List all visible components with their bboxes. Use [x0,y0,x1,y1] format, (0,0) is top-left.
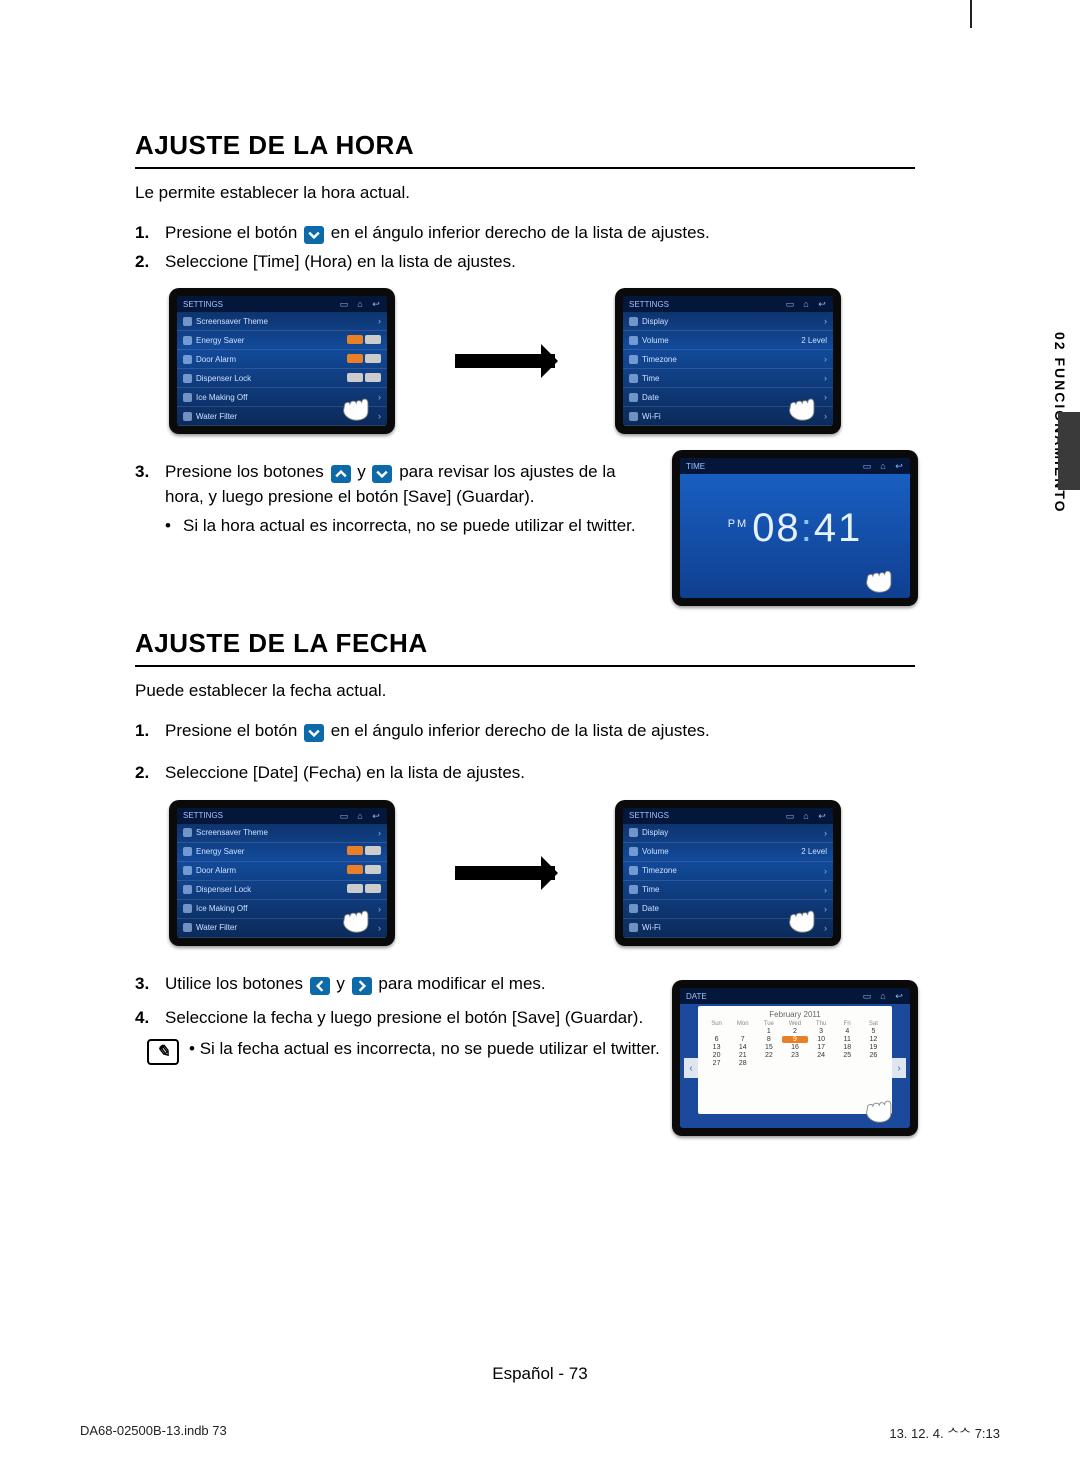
hora-title: AJUSTE DE LA HORA [135,130,935,161]
fecha-step-3: 3. Utilice los botones y para modificar … [135,972,675,997]
hora-figure-row: SETTINGS▭⌂↩ Screensaver Theme› Energy Sa… [169,288,935,434]
date-screen-figure: DATE▭⌂↩ ‹ › February 2011 SunMonTueWedTh… [672,980,918,1136]
hora-step-3: 3. Presione los botones y para revisar l… [135,460,645,509]
screen-title: SETTINGS [183,300,223,309]
step-number: 1. [135,719,165,744]
fecha-note: ✎ • Si la fecha actual es incorrecta, no… [147,1039,675,1065]
fecha-rule [135,665,915,667]
hand-pointer-icon [781,386,827,422]
chevron-left-icon [310,977,330,995]
step-text: Presione los botones y para revisar los … [165,460,645,509]
device-settings-a: SETTINGS▭⌂↩ Screensaver Theme› Energy Sa… [169,288,395,434]
step-text: Presione el botón en el ángulo inferior … [165,221,935,246]
step-text: Seleccione la fecha y luego presione el … [165,1006,675,1031]
chevron-down-icon [372,465,392,483]
print-meta: DA68-02500B-13.indb 73 13. 12. 4. ᄉᄉ 7:1… [80,1423,1000,1442]
step-number: 2. [135,761,165,786]
step-text: Seleccione [Date] (Fecha) en la lista de… [165,761,935,786]
step-text: Presione el botón en el ángulo inferior … [165,719,935,744]
section-tab-marker [1058,412,1080,490]
chevron-down-icon [304,724,324,742]
calendar-grid: SunMonTueWedThuFriSat1234567891011121314… [704,1021,886,1067]
hand-pointer-icon [858,1088,904,1124]
hora-rule [135,167,915,169]
device-settings-b: SETTINGS▭⌂↩ Display› Volume2 Level Timez… [615,288,841,434]
hand-pointer-icon [858,558,904,594]
next-month-icon: › [892,1058,906,1078]
hand-pointer-icon [335,386,381,422]
fecha-step-1: 1. Presione el botón en el ángulo inferi… [135,719,935,744]
step-text: Seleccione [Time] (Hora) en la lista de … [165,250,935,275]
time-screen-figure: TIME▭⌂↩ PM08:41 [672,450,918,606]
chevron-right-icon [352,977,372,995]
step-number: 2. [135,250,165,275]
screen-title: SETTINGS [629,300,669,309]
prev-month-icon: ‹ [684,1058,698,1078]
note-icon: ✎ [147,1039,179,1065]
fecha-step-4: 4. Seleccione la fecha y luego presione … [135,1006,675,1031]
hora-note: •Si la hora actual es incorrecta, no se … [165,516,645,536]
fecha-figure-row: SETTINGS▭⌂↩ Screensaver Theme› Energy Sa… [169,800,935,946]
hora-step-1: 1. Presione el botón en el ángulo inferi… [135,221,935,246]
screen-nav-icons: ▭⌂↩ [785,299,827,309]
screen-nav-icons: ▭⌂↩ [339,299,381,309]
arrow-right-icon [455,866,555,880]
arrow-right-icon [455,354,555,368]
section-tab: 02 FUNCIONAMIENTO [1052,332,1080,562]
hora-step-2: 2. Seleccione [Time] (Hora) en la lista … [135,250,935,275]
calendar-month: February 2011 [704,1010,886,1019]
meta-right: 13. 12. 4. ᄉᄉ 7:13 [889,1423,1000,1442]
crop-mark [970,0,972,28]
chevron-down-icon [304,226,324,244]
fecha-step-2: 2. Seleccione [Date] (Fecha) en la lista… [135,761,935,786]
hand-pointer-icon [781,898,827,934]
hora-lead: Le permite establecer la hora actual. [135,183,935,203]
step-number: 3. [135,972,165,997]
device-settings-b: SETTINGS▭⌂↩ Display› Volume2 Level Timez… [615,800,841,946]
page-footer: Español - 73 [0,1364,1080,1384]
device-settings-a: SETTINGS▭⌂↩ Screensaver Theme› Energy Sa… [169,800,395,946]
hand-pointer-icon [335,898,381,934]
step-number: 3. [135,460,165,485]
fecha-lead: Puede establecer la fecha actual. [135,681,935,701]
time-display: PM08:41 [728,506,863,551]
step-number: 1. [135,221,165,246]
fecha-title: AJUSTE DE LA FECHA [135,628,935,659]
chevron-up-icon [331,465,351,483]
step-text: Utilice los botones y para modificar el … [165,972,675,997]
step-number: 4. [135,1006,165,1031]
meta-left: DA68-02500B-13.indb 73 [80,1423,227,1442]
